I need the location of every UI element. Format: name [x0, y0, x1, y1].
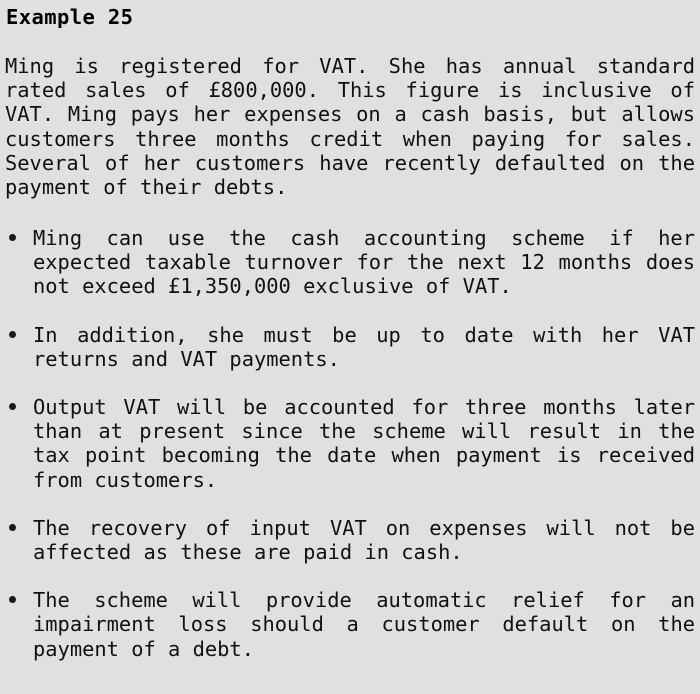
- list-item-text: In addition, she must be up to date with…: [33, 322, 695, 371]
- list-item: The scheme will provide automatic relief…: [0, 588, 700, 661]
- page-title: Example 25: [6, 5, 134, 29]
- list-item: The recovery of input VAT on expenses wi…: [0, 516, 700, 564]
- bullet-dot-icon: [9, 523, 16, 531]
- list-item: In addition, she must be up to date with…: [0, 323, 700, 371]
- list-item-text: The recovery of input VAT on expenses wi…: [33, 515, 695, 565]
- list-item-text: Output VAT will be accounted for three m…: [33, 395, 695, 492]
- bullet-dot-icon: [9, 330, 16, 338]
- intro-paragraph: Ming is registered for VAT. She has annu…: [5, 54, 695, 200]
- list-item-text: Ming can use the cash accounting scheme …: [33, 226, 695, 299]
- bullet-dot-icon: [9, 403, 16, 411]
- list-item-text: The scheme will provide automatic relief…: [33, 588, 695, 661]
- document-page: Example 25 Ming is registered for VAT. S…: [0, 0, 700, 694]
- bullet-dot-icon: [9, 234, 16, 241]
- list-item: Output VAT will be accounted for three m…: [0, 395, 700, 492]
- bullet-list: Ming can use the cash accounting scheme …: [0, 226, 700, 661]
- list-item: Ming can use the cash accounting scheme …: [0, 226, 700, 299]
- bullet-dot-icon: [9, 596, 16, 604]
